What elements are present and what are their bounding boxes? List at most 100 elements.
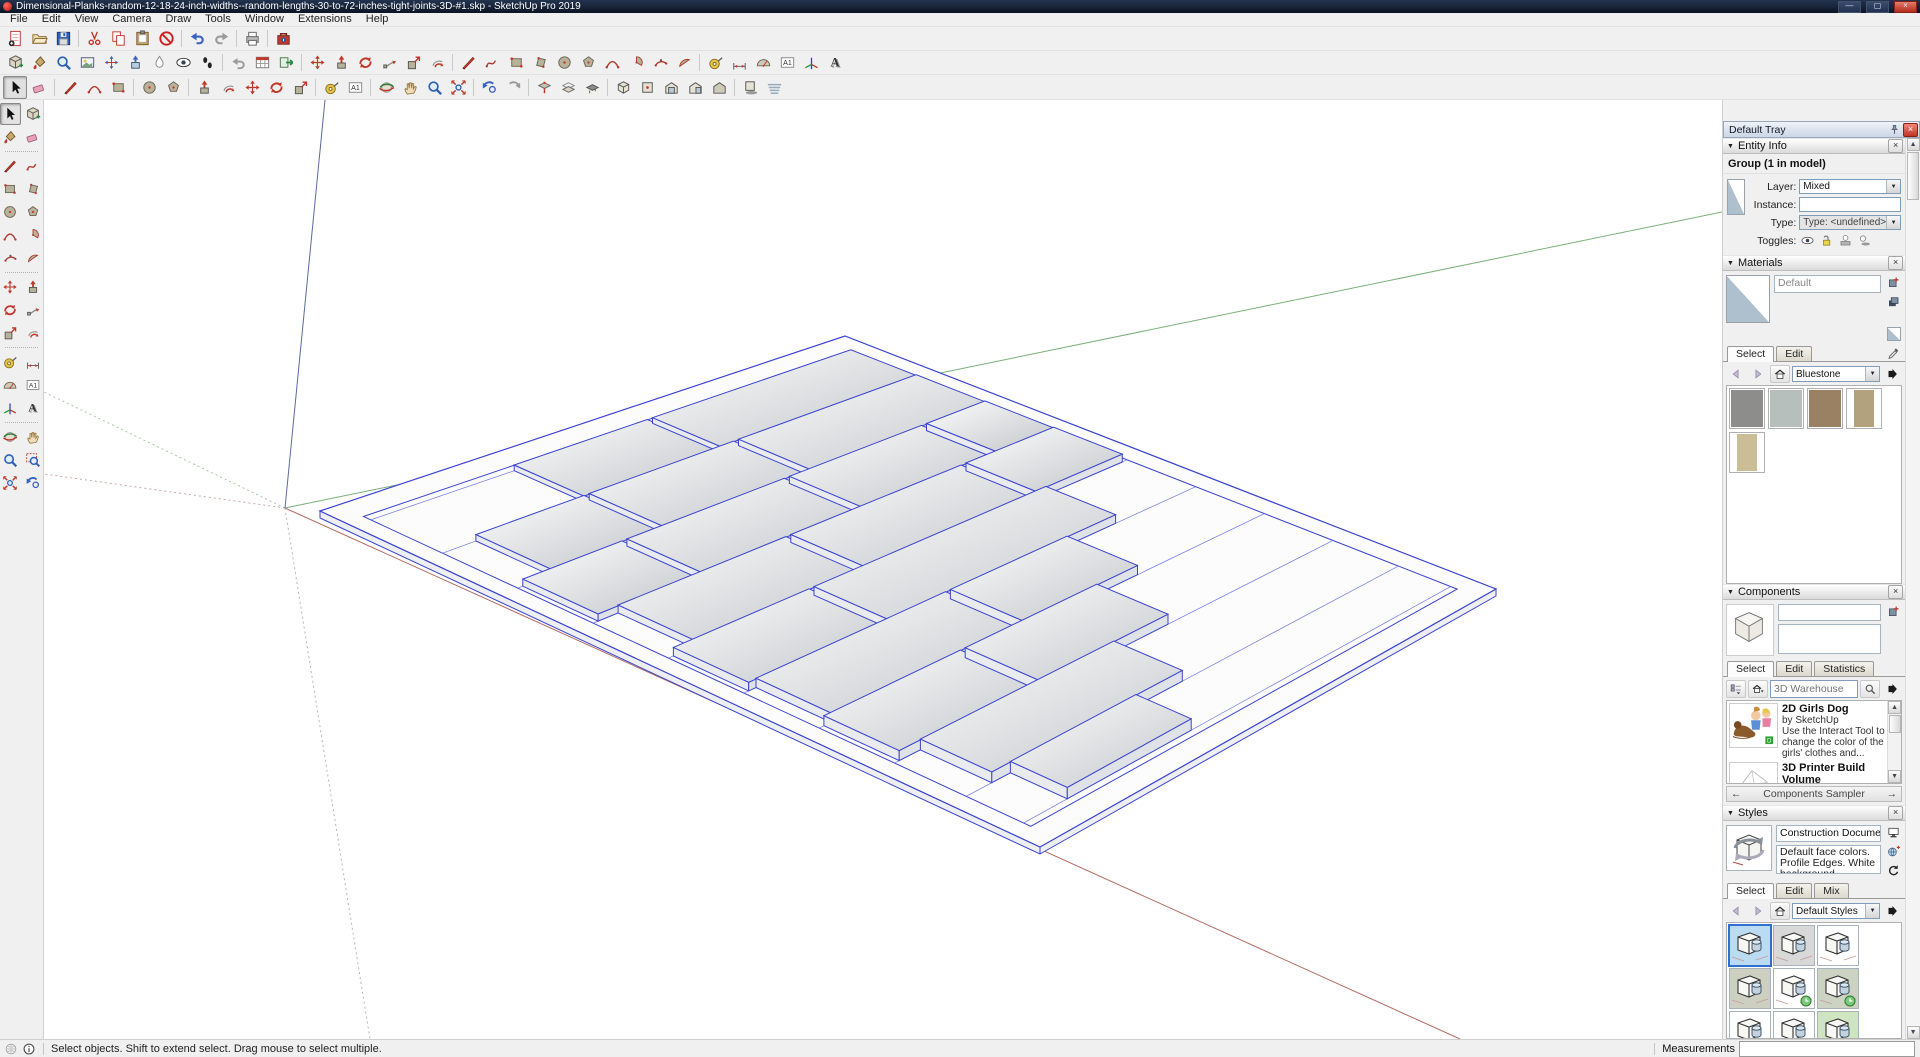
axes-tool-button[interactable]	[0, 397, 21, 419]
tape-measure-tool-button[interactable]	[703, 51, 727, 74]
home-button[interactable]	[1770, 365, 1790, 383]
polygon-tool-button[interactable]	[576, 51, 600, 74]
tab-select[interactable]: Select	[1727, 346, 1774, 362]
3d-warehouse-search-input[interactable]	[1770, 680, 1858, 698]
tape-measure-tool-button[interactable]	[319, 76, 343, 99]
view-top-tool-button[interactable]	[635, 76, 659, 99]
eyedropper-icon[interactable]	[1886, 346, 1901, 361]
scale-tool-button[interactable]	[288, 76, 312, 99]
offset-tool-button[interactable]	[23, 322, 44, 344]
rectangle-tool-button[interactable]	[106, 76, 130, 99]
next-tool-button[interactable]	[501, 76, 525, 99]
menu-help[interactable]: Help	[359, 13, 396, 26]
section-display-tool-button[interactable]	[556, 76, 580, 99]
next-collection-arrow[interactable]: →	[1887, 788, 1898, 800]
circle-tool-button[interactable]	[552, 51, 576, 74]
entity-info-header[interactable]: ▼ Entity Info ×	[1723, 138, 1905, 154]
style-thumbnail-9[interactable]	[1817, 1011, 1859, 1039]
in-model-materials-icon[interactable]	[1886, 294, 1901, 309]
view-iso-tool-button[interactable]	[611, 76, 635, 99]
paint-bucket-tool-button[interactable]	[27, 51, 51, 74]
materials-collection-dropdown[interactable]: Bluestone▼	[1792, 366, 1880, 382]
menu-draw[interactable]: Draw	[158, 13, 198, 26]
rotate-tool-button[interactable]	[264, 76, 288, 99]
menu-file[interactable]: File	[3, 13, 35, 26]
dimension-tool-button[interactable]	[727, 51, 751, 74]
print-tool-button[interactable]	[240, 27, 264, 50]
line-tool-button[interactable]	[58, 76, 82, 99]
select-tool-button[interactable]	[0, 103, 21, 125]
pan-tool-button[interactable]	[23, 426, 44, 448]
tab-edit[interactable]: Edit	[1776, 346, 1812, 361]
component-item[interactable]: 3D Printer Build Volumeby SketchUp	[1727, 760, 1901, 784]
look-around-tool-button[interactable]	[171, 51, 195, 74]
move-tool-button[interactable]	[305, 51, 329, 74]
previous-tool-button[interactable]	[23, 472, 44, 494]
move-blue-tool-button[interactable]	[99, 51, 123, 74]
freehand-tool-button[interactable]	[480, 51, 504, 74]
move-tool-button[interactable]	[0, 276, 21, 298]
line-tool-button[interactable]	[0, 155, 21, 177]
freehand-tool-button[interactable]	[23, 155, 44, 177]
arc-3pt-tool-button[interactable]	[0, 247, 21, 269]
scroll-up-arrow[interactable]: ▲	[1907, 138, 1920, 151]
material-swatch-bluestone-4[interactable]	[1846, 388, 1882, 429]
rotate-tool-button[interactable]	[353, 51, 377, 74]
maximize-button[interactable]: ▢	[1866, 1, 1889, 13]
previous-tool-button[interactable]	[477, 76, 501, 99]
view-options-button[interactable]	[1726, 680, 1746, 698]
text-tool-button[interactable]: A1	[343, 76, 367, 99]
styles-collection-dropdown[interactable]: Default Styles▼	[1792, 903, 1880, 919]
create-material-icon[interactable]	[1886, 604, 1901, 619]
eraser-tool-button[interactable]	[23, 126, 44, 148]
3d-text-tool-button[interactable]: AA	[23, 397, 44, 419]
styles-header[interactable]: ▼ Styles ×	[1723, 805, 1905, 821]
style-thumbnail-2[interactable]	[1773, 925, 1815, 966]
credits-icon[interactable]	[22, 1042, 36, 1056]
style-name-field[interactable]: Construction Documentation St	[1776, 825, 1881, 842]
zoom-extents-tool-button[interactable]	[0, 472, 21, 494]
material-swatch-bluestone-5[interactable]	[1729, 432, 1765, 473]
tab-select[interactable]: Select	[1727, 661, 1774, 677]
make-component-tool-button[interactable]	[3, 51, 27, 74]
follow-me-tool-button[interactable]	[377, 51, 401, 74]
close-button[interactable]: ×	[1894, 1, 1917, 13]
component-name-field[interactable]	[1778, 604, 1881, 621]
style-thumbnail-3[interactable]	[1817, 925, 1859, 966]
style-thumbnail-5[interactable]	[1773, 968, 1815, 1009]
view-right-tool-button[interactable]	[683, 76, 707, 99]
back-button[interactable]	[1726, 902, 1746, 920]
tape-measure-tool-button[interactable]	[0, 351, 21, 373]
component-desc-field[interactable]	[1778, 624, 1881, 654]
lock-icon[interactable]	[1818, 233, 1834, 248]
arc-2pt-tool-button[interactable]	[82, 76, 106, 99]
instance-input[interactable]	[1799, 197, 1901, 212]
offset-tool-button[interactable]	[425, 51, 449, 74]
styles-close-button[interactable]: ×	[1888, 806, 1903, 820]
copy-tool-button[interactable]	[106, 27, 130, 50]
3d-text-tool-button[interactable]: AA	[823, 51, 847, 74]
redo-tool-button[interactable]	[209, 27, 233, 50]
zoom-tool-button[interactable]	[422, 76, 446, 99]
text-tool-button[interactable]: A1	[23, 374, 44, 396]
home-drop-button[interactable]	[1748, 680, 1768, 698]
tab-statistics[interactable]: Statistics	[1814, 661, 1874, 676]
pin-icon[interactable]	[1888, 123, 1901, 136]
pie-tool-button[interactable]	[23, 224, 44, 246]
display-style-icon[interactable]	[1886, 825, 1901, 840]
protractor-tool-button[interactable]	[0, 374, 21, 396]
prev-collection-arrow[interactable]: ←	[1731, 788, 1742, 800]
eraser-tool-button[interactable]	[27, 76, 51, 99]
export-green-tool-button[interactable]	[274, 51, 298, 74]
materials-close-button[interactable]: ×	[1888, 256, 1903, 270]
rectangle-tool-button[interactable]	[504, 51, 528, 74]
push-pull-tool-button[interactable]	[23, 276, 44, 298]
component-item[interactable]: D2D Girls Dogby SketchUpUse the Interact…	[1727, 701, 1901, 760]
select-tool-button[interactable]	[3, 76, 27, 99]
mag-button[interactable]	[1860, 680, 1880, 698]
follow-me-tool-button[interactable]	[23, 299, 44, 321]
pie-tool-button[interactable]	[624, 51, 648, 74]
type-dropdown[interactable]: Type: <undefined>▼	[1799, 215, 1901, 230]
polygon-tool-button[interactable]	[23, 201, 44, 223]
orbit-tool-button[interactable]	[374, 76, 398, 99]
